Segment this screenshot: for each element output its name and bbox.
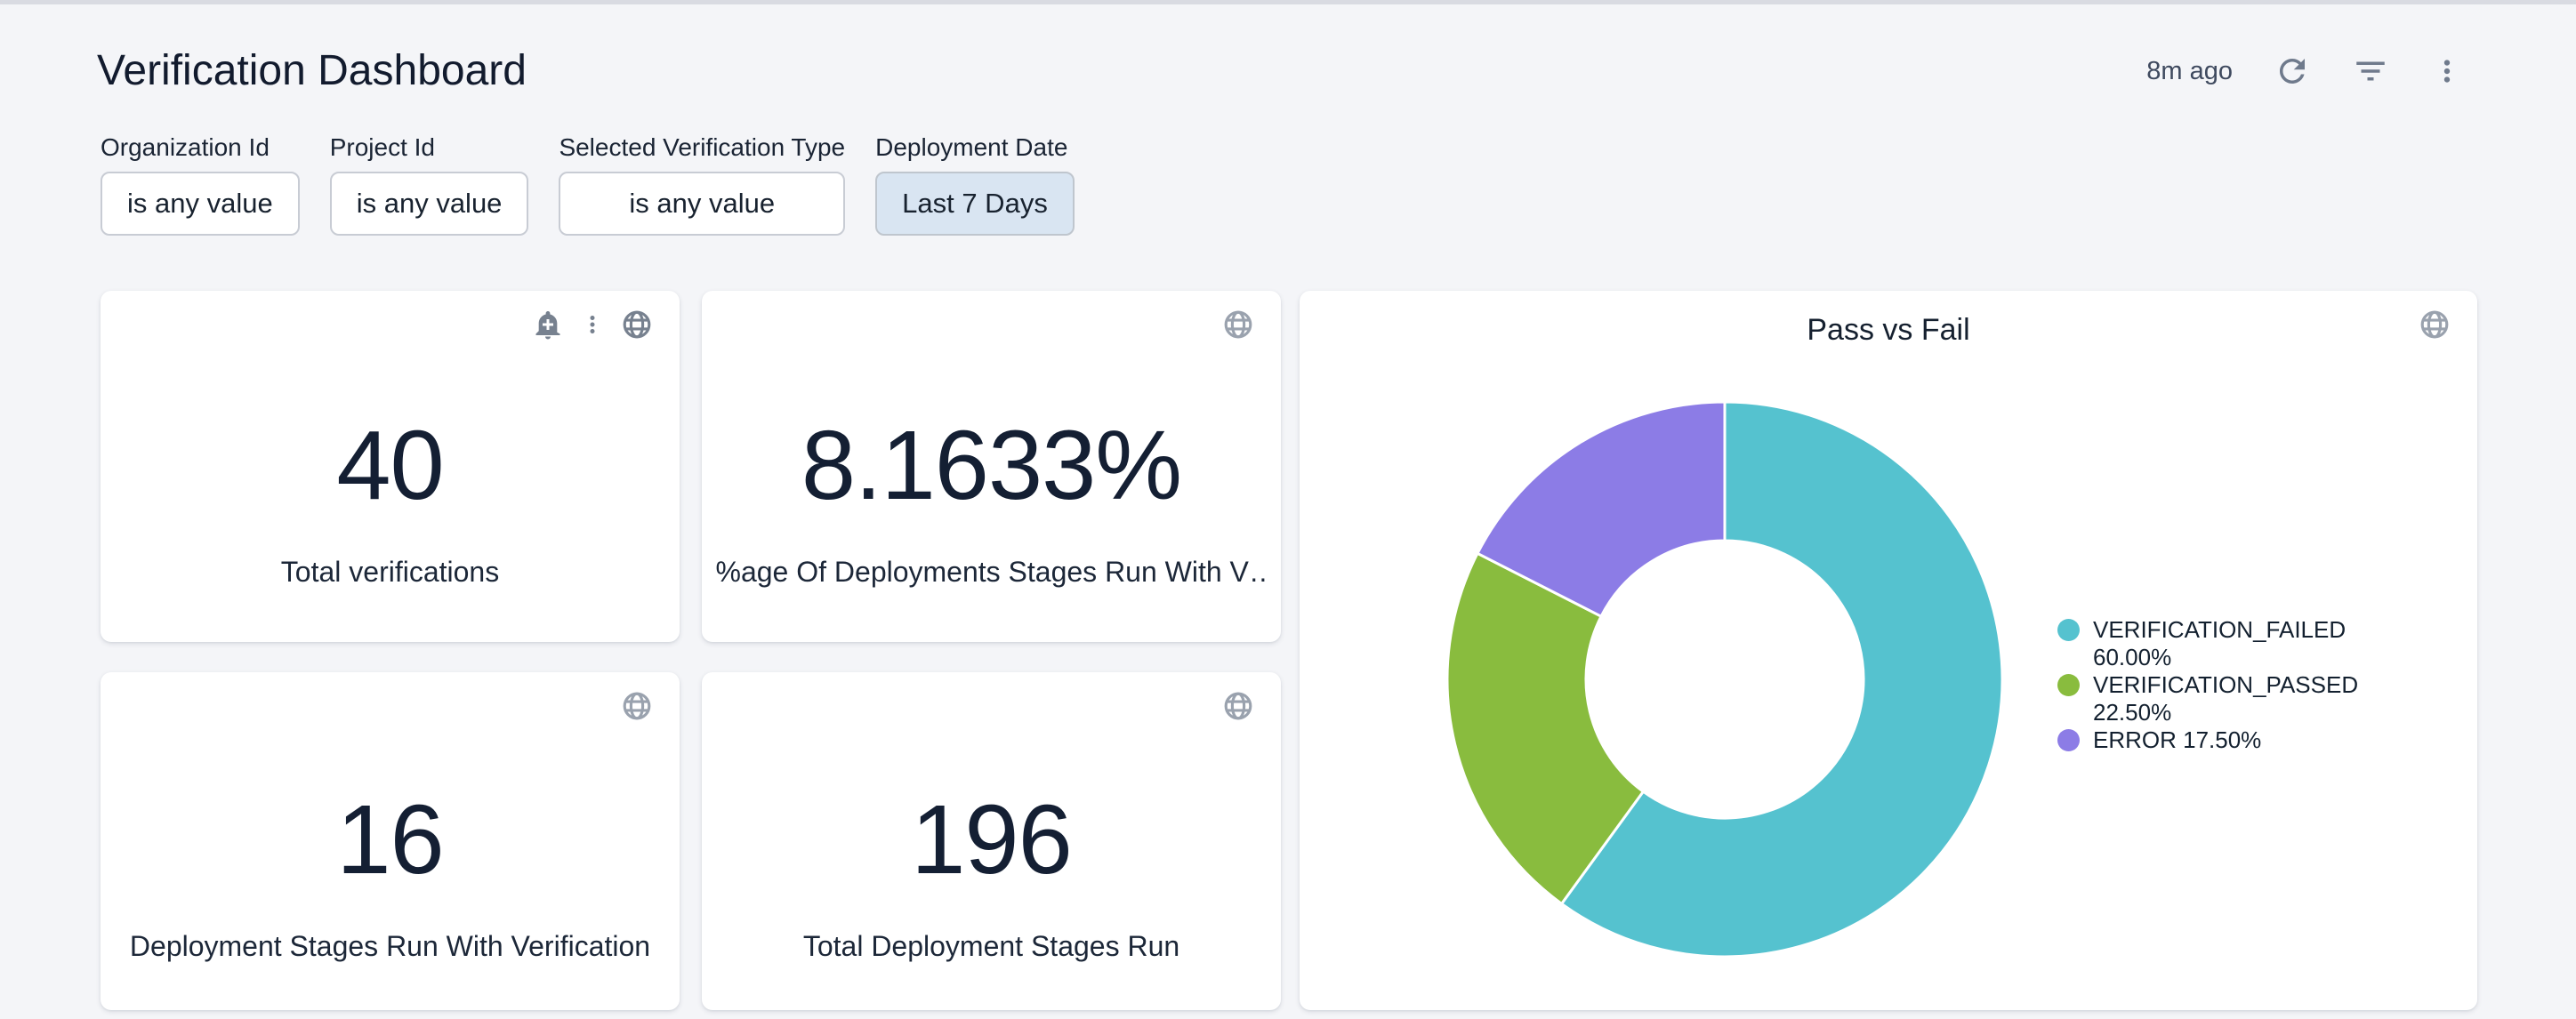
pass-vs-fail-chart-card: Pass vs Fail VERIFICATION_FAILED 60.00%V… (1300, 291, 2477, 1010)
filter-label: Project Id (330, 132, 529, 163)
filter-deployment-date: Deployment Date Last 7 Days (875, 132, 1075, 236)
legend-item-error[interactable]: ERROR 17.50% (2057, 726, 2431, 754)
filter-label: Organization Id (101, 132, 300, 163)
tile-label: Total Deployment Stages Run (803, 929, 1179, 963)
filter-value-button[interactable]: is any value (101, 172, 300, 236)
filter-value-button[interactable]: Last 7 Days (875, 172, 1075, 236)
filter-label: Selected Verification Type (559, 132, 845, 163)
tile-stages-run-with-verification: 16 Deployment Stages Run With Verificati… (101, 672, 680, 1010)
legend-dot (2057, 619, 2080, 641)
tile-value: 16 (336, 790, 443, 890)
filter-value-button[interactable]: is any value (559, 172, 845, 236)
filter-icon[interactable] (2352, 52, 2389, 90)
filter-label: Deployment Date (875, 132, 1075, 163)
more-vert-icon[interactable] (2430, 54, 2464, 88)
globe-icon[interactable] (2419, 309, 2451, 341)
globe-icon[interactable] (1222, 309, 1254, 341)
tile-total-verifications: 40 Total verifications (101, 291, 680, 642)
filter-verification-type: Selected Verification Type is any value (559, 132, 845, 236)
tile-total-stages-run: 196 Total Deployment Stages Run (702, 672, 1281, 1010)
refresh-icon[interactable] (2274, 52, 2311, 90)
donut-chart (1445, 399, 2005, 959)
legend-dot (2057, 674, 2080, 696)
tile-content: 40 Total verifications (101, 291, 680, 642)
page-title: Verification Dashboard (97, 46, 527, 96)
legend-label: VERIFICATION_PASSED 22.50% (2093, 671, 2404, 726)
tile-label: Deployment Stages Run With Verification (130, 929, 650, 963)
header-actions: 8m ago (2146, 52, 2464, 91)
tile-value: 40 (336, 416, 443, 516)
tile-value: 196 (911, 790, 1072, 890)
tile-label: Total verifications (281, 555, 499, 589)
globe-icon[interactable] (621, 309, 653, 341)
legend-dot (2057, 729, 2080, 751)
top-window-strip (0, 0, 2576, 4)
more-vert-icon[interactable] (579, 311, 606, 338)
legend-label: ERROR 17.50% (2093, 726, 2404, 754)
tile-content: 8.1633% %age Of Deployments Stages Run W… (702, 291, 1281, 642)
tile-value: 8.1633% (801, 416, 1181, 516)
tile-content: 196 Total Deployment Stages Run (702, 672, 1281, 1010)
last-refresh-timestamp: 8m ago (2146, 57, 2233, 86)
legend-item-verification_passed[interactable]: VERIFICATION_PASSED 22.50% (2057, 671, 2431, 726)
filter-value-button[interactable]: is any value (330, 172, 529, 236)
tile-content: 16 Deployment Stages Run With Verificati… (101, 672, 680, 1010)
globe-icon[interactable] (1222, 690, 1254, 722)
filter-organization-id: Organization Id is any value (101, 132, 300, 236)
tile-percent-stages-with-verification: 8.1633% %age Of Deployments Stages Run W… (702, 291, 1281, 642)
add-alert-icon[interactable] (532, 309, 564, 341)
chart-legend: VERIFICATION_FAILED 60.00%VERIFICATION_P… (2057, 616, 2431, 754)
chart-title: Pass vs Fail (1300, 312, 2477, 348)
filter-project-id: Project Id is any value (330, 132, 529, 236)
filter-bar: Organization Id is any value Project Id … (101, 132, 1075, 236)
tile-label: %age Of Deployments Stages Run With V… (716, 555, 1268, 589)
globe-icon[interactable] (621, 690, 653, 722)
legend-label: VERIFICATION_FAILED 60.00% (2093, 616, 2404, 671)
legend-item-verification_failed[interactable]: VERIFICATION_FAILED 60.00% (2057, 616, 2431, 671)
